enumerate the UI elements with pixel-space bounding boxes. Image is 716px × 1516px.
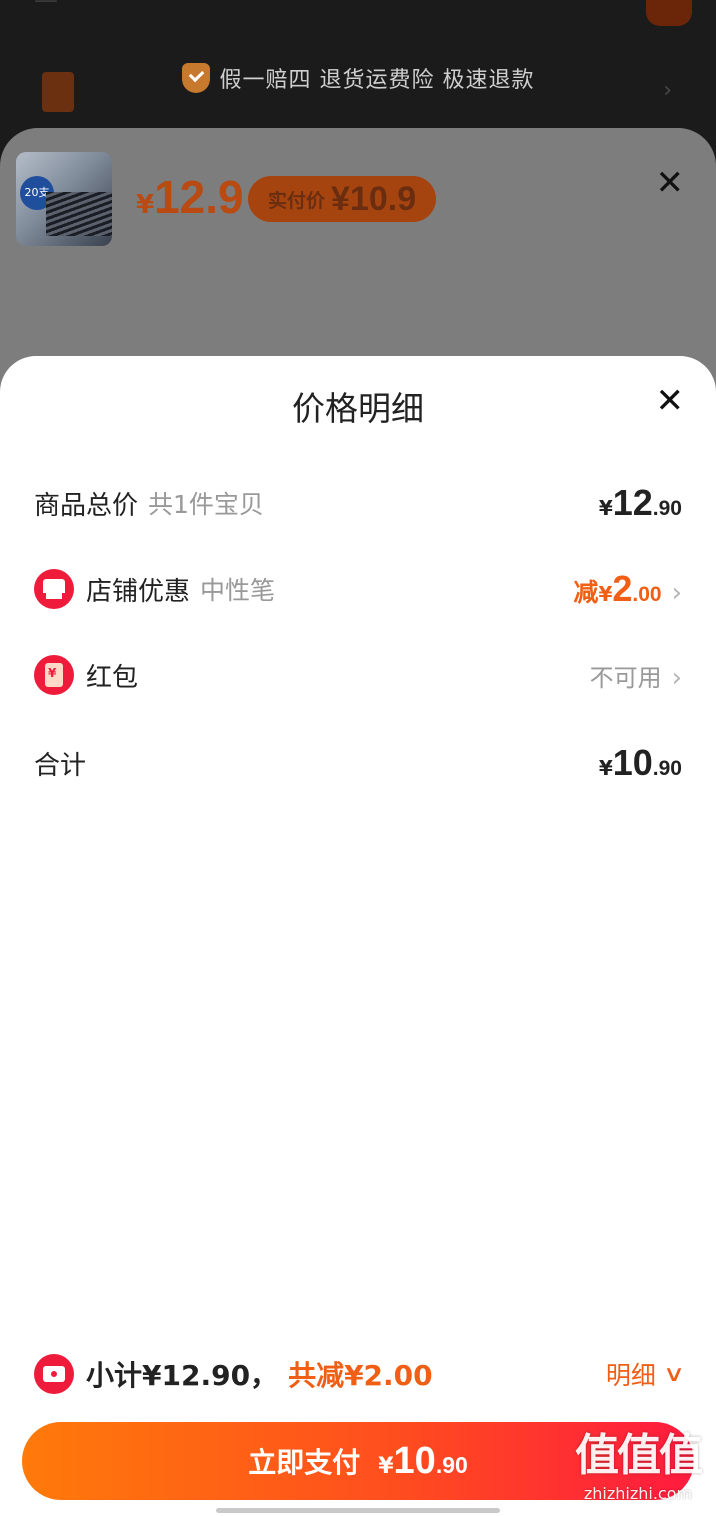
total-row: 合计 ¥10.90: [34, 738, 682, 788]
amount-integer: 10: [393, 1439, 436, 1482]
chevron-right-icon: ›: [671, 662, 682, 693]
site-watermark: 值值值 zhizhizhi.com: [560, 1428, 716, 1516]
coupon-icon: [34, 1354, 74, 1394]
shop-discount-label: 店铺优惠: [86, 576, 191, 607]
watermark-logo: 值值值: [575, 1430, 703, 1481]
amount-integer: 10: [612, 742, 653, 783]
details-toggle[interactable]: 明细 ∨: [605, 1356, 685, 1392]
order-summary-row: 小计¥12.90， 共减¥2.00 明细 ∨: [34, 1350, 685, 1398]
pay-button-amount: ¥10.90: [378, 1440, 468, 1483]
amount-integer: 12: [612, 482, 653, 523]
product-price-value: 12.9: [154, 171, 244, 223]
chevron-right-icon: ›: [671, 578, 682, 608]
background-page: — 假一赔四 退货运费险 极速退款 ›: [0, 0, 716, 140]
sheet-title: 价格明细: [292, 389, 424, 428]
guarantee-row: 假一赔四 退货运费险 极速退款: [0, 56, 716, 100]
watermark-url: zhizhizhi.com: [583, 1484, 693, 1503]
chevron-right-icon: ›: [663, 78, 672, 103]
home-indicator[interactable]: [216, 1508, 500, 1513]
guarantee-text: 假一赔四 退货运费险 极速退款: [219, 68, 535, 93]
amount-decimal: .00: [632, 583, 662, 606]
paid-price-pill: 实付价 ¥10.9: [248, 176, 437, 222]
amount-integer: 2: [612, 568, 633, 609]
total-label: 合计: [34, 750, 87, 781]
amount-decimal: .90: [435, 1451, 468, 1478]
price-detail-sheet: 价格明细 ✕ 商品总价 共1件宝贝 ¥12.90 店铺优惠 中性笔 减 ¥2.00…: [0, 356, 716, 1516]
product-thumbnail: 20支: [16, 152, 112, 246]
product-price: ¥12.9: [136, 170, 244, 224]
chevron-down-icon: ∨: [662, 1361, 686, 1387]
goods-total-row: 商品总价 共1件宝贝 ¥12.90: [34, 478, 682, 528]
details-label: 明细: [605, 1361, 656, 1390]
background-badge: [646, 0, 692, 26]
currency-symbol: ¥: [598, 496, 613, 520]
product-close-icon[interactable]: ✕: [656, 166, 685, 200]
shield-check-icon: [181, 63, 210, 93]
goods-count-text: 共1件宝贝: [148, 490, 264, 519]
goods-total-amount: ¥12.90: [599, 482, 682, 524]
red-packet-status: 不可用 ›: [590, 658, 682, 693]
paid-price-label: 实付价: [268, 189, 326, 212]
currency-symbol: ¥: [378, 1453, 394, 1479]
currency-symbol: ¥: [598, 582, 613, 606]
paid-price-value: ¥10.9: [331, 179, 417, 218]
shop-discount-row[interactable]: 店铺优惠 中性笔 减 ¥2.00 ›: [34, 564, 682, 614]
pay-button-label: 立即支付: [248, 1446, 361, 1479]
discount-prefix: 减: [573, 578, 599, 607]
red-packet-icon: [34, 655, 74, 695]
red-packet-row[interactable]: 红包 不可用 ›: [34, 650, 682, 700]
currency-symbol: ¥: [136, 190, 155, 220]
total-amount: ¥10.90: [599, 742, 682, 784]
shop-discount-item: 中性笔: [200, 576, 276, 605]
saved-text: 共减¥2.00: [288, 1359, 433, 1392]
red-packet-label: 红包: [86, 662, 139, 693]
amount-decimal: .90: [652, 497, 682, 520]
product-image: [46, 192, 112, 236]
goods-total-label: 商品总价: [34, 490, 139, 521]
shop-discount-amount: 减 ¥2.00 ›: [573, 568, 682, 610]
currency-symbol: ¥: [598, 756, 613, 780]
red-packet-value: 不可用: [589, 663, 662, 692]
subtotal-text: 小计¥12.90，: [86, 1359, 279, 1392]
amount-decimal: .90: [652, 757, 682, 780]
shop-icon: [34, 569, 74, 609]
close-icon[interactable]: ✕: [656, 384, 685, 418]
background-text: —: [34, 0, 58, 14]
